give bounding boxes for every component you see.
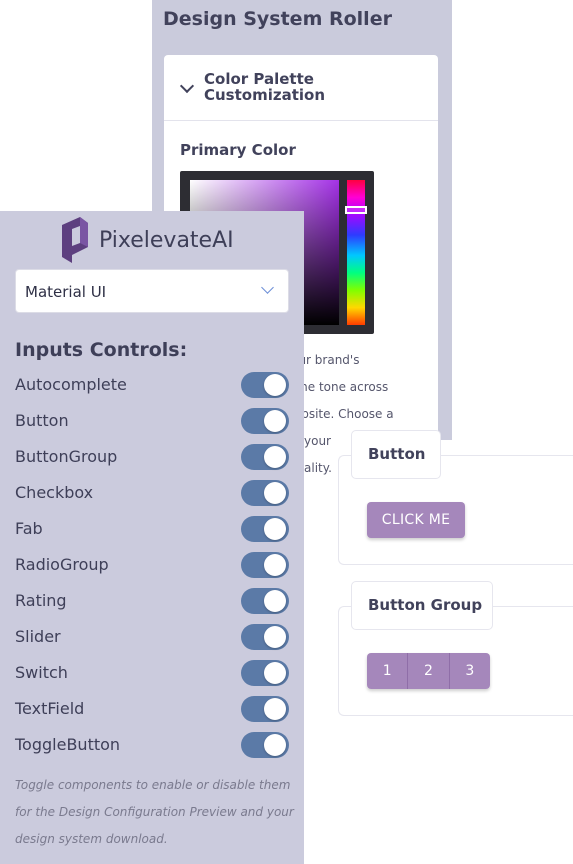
rating-switch[interactable]: [241, 588, 289, 614]
autocomplete-switch[interactable]: [241, 372, 289, 398]
toggle-row-checkbox: Checkbox: [15, 475, 291, 511]
primary-color-label: Primary Color: [180, 141, 296, 159]
button-group-item-2[interactable]: 2: [408, 653, 450, 689]
switch-switch[interactable]: [241, 660, 289, 686]
color-palette-accordion-header[interactable]: Color Palette Customization: [164, 55, 438, 121]
toggle-row-slider: Slider: [15, 619, 291, 655]
switch-knob: [264, 698, 286, 720]
button-section-title: Button: [351, 430, 441, 479]
color-palette-title: Color Palette Customization: [204, 70, 326, 104]
toggle-row-radiogroup: RadioGroup: [15, 547, 291, 583]
slider-switch[interactable]: [241, 624, 289, 650]
button-group: 1 2 3: [367, 653, 490, 689]
toggle-label: Checkbox: [15, 483, 94, 502]
button-group-section-title: Button Group: [351, 581, 493, 630]
toggle-label: Button: [15, 411, 69, 430]
switch-knob: [264, 734, 286, 756]
buttongroup-switch[interactable]: [241, 444, 289, 470]
hue-slider-handle[interactable]: [345, 206, 367, 214]
switch-knob: [264, 554, 286, 576]
toggle-row-switch: Switch: [15, 655, 291, 691]
button-group-item-1[interactable]: 1: [367, 653, 409, 689]
toggle-help-text: Toggle components to enable or disable t…: [15, 778, 294, 846]
switch-knob: [264, 518, 286, 540]
roller-title: Design System Roller: [163, 8, 392, 30]
toggle-row-togglebutton: ToggleButton: [15, 727, 291, 763]
radiogroup-switch[interactable]: [241, 552, 289, 578]
toggle-row-rating: Rating: [15, 583, 291, 619]
click-me-button[interactable]: CLICK ME: [367, 502, 465, 538]
button-group-item-3[interactable]: 3: [449, 653, 490, 689]
togglebutton-switch[interactable]: [241, 732, 289, 758]
switch-knob: [264, 662, 286, 684]
switch-knob: [264, 446, 286, 468]
component-toggle-list: Autocomplete Button ButtonGroup Checkbox…: [15, 367, 291, 763]
ui-library-select[interactable]: Material UI: [15, 269, 289, 313]
toggle-label: RadioGroup: [15, 555, 109, 574]
switch-knob: [264, 590, 286, 612]
chevron-down-icon: [261, 281, 274, 294]
toggle-label: Fab: [15, 519, 43, 538]
button-switch[interactable]: [241, 408, 289, 434]
toggle-row-buttongroup: ButtonGroup: [15, 439, 291, 475]
switch-knob: [264, 374, 286, 396]
toggle-row-fab: Fab: [15, 511, 291, 547]
toggle-row-textfield: TextField: [15, 691, 291, 727]
chevron-down-icon: [179, 78, 195, 94]
toggle-label: ButtonGroup: [15, 447, 118, 466]
pixelevate-logo-icon: [62, 217, 88, 263]
component-sidebar: PixelevateAI Material UI Inputs Controls…: [0, 211, 304, 864]
toggle-label: ToggleButton: [15, 735, 121, 754]
inputs-controls-heading: Inputs Controls:: [15, 339, 188, 361]
toggle-label: Rating: [15, 591, 67, 610]
textfield-switch[interactable]: [241, 696, 289, 722]
toggle-label: TextField: [15, 699, 85, 718]
toggle-label: Autocomplete: [15, 375, 127, 394]
fab-switch[interactable]: [241, 516, 289, 542]
brand-name: PixelevateAI: [99, 227, 234, 253]
switch-knob: [264, 410, 286, 432]
ui-library-select-value: Material UI: [25, 283, 107, 301]
switch-knob: [264, 482, 286, 504]
toggle-label: Slider: [15, 627, 61, 646]
brand: PixelevateAI: [58, 217, 234, 263]
toggle-label: Switch: [15, 663, 68, 682]
hue-slider[interactable]: [347, 180, 365, 325]
toggle-row-button: Button: [15, 403, 291, 439]
toggle-row-autocomplete: Autocomplete: [15, 367, 291, 403]
checkbox-switch[interactable]: [241, 480, 289, 506]
switch-knob: [264, 626, 286, 648]
